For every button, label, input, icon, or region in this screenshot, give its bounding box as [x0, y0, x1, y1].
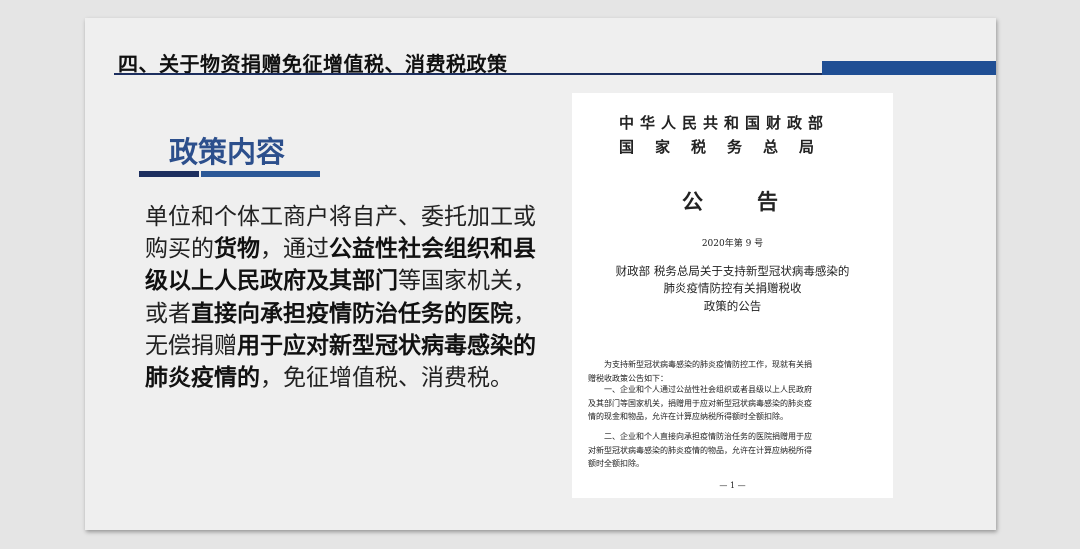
- heading-bar-dark: [139, 171, 199, 177]
- body-text-segment: ，免征增值税、消费税。: [260, 365, 513, 392]
- doc-title-line: 财政部 税务总局关于支持新型冠状病毒感染的: [615, 264, 850, 278]
- doc-issuer-line2: 国家税务总局: [619, 138, 836, 156]
- doc-title-line: 肺炎疫情防控有关捐赠税收: [663, 281, 802, 295]
- body-text-segment: ，通过: [260, 236, 329, 263]
- doc-line: 二、企业和个人直接向承担疫情防治任务的医院捐赠用于应: [604, 432, 812, 441]
- doc-page-number: — 1 —: [719, 481, 746, 490]
- doc-line: 情的现金和物品，允许在计算应纳税所得额时全额扣除。: [588, 412, 788, 422]
- announcement-document-image: 中华人民共和国财政部 国家税务总局 公告 2020年第 9 号 财政部 税务总局…: [572, 93, 893, 498]
- body-text-emphasis: 货物: [214, 236, 260, 263]
- title-accent-block: [822, 61, 996, 75]
- doc-issuer-line1: 中华人民共和国财政部: [619, 114, 830, 132]
- doc-line: 对新型冠状病毒感染的肺炎疫情的物品，允许在计算应纳税所得: [588, 445, 812, 455]
- doc-line: 一、企业和个人通过公益性社会组织或者县级以上人民政府: [604, 385, 812, 394]
- policy-body-text: 单位和个体工商户将自产、委托加工或购买的货物，通过公益性社会组织和县级以上人民政…: [145, 201, 540, 394]
- heading-bar-blue: [201, 171, 320, 177]
- doc-line: 额时全额扣除。: [588, 459, 644, 469]
- body-text-emphasis: 直接向承担疫情防治任务的医院: [191, 300, 513, 327]
- doc-paragraph: 为支持新型冠状病毒感染的肺炎疫情防控工作，现就有关捐 赠税收政策公告如下：: [588, 358, 880, 385]
- slide: 四、关于物资捐赠免征增值税、消费税政策 政策内容 单位和个体工商户将自产、委托加…: [85, 18, 996, 530]
- doc-paragraph: 一、企业和个人通过公益性社会组织或者县级以上人民政府 及其部门等国家机关，捐赠用…: [588, 383, 880, 424]
- doc-paragraph: 二、企业和个人直接向承担疫情防治任务的医院捐赠用于应 对新型冠状病毒感染的肺炎疫…: [588, 430, 880, 471]
- doc-line: 及其部门等国家机关，捐赠用于应对新型冠状病毒感染的肺炎疫: [588, 398, 812, 408]
- section-heading: 政策内容: [169, 135, 286, 169]
- doc-number: 2020年第 9 号: [701, 239, 764, 249]
- doc-notice-heading: 公告: [682, 189, 832, 214]
- doc-title-line: 政策的公告: [703, 299, 762, 313]
- doc-line: 为支持新型冠状病毒感染的肺炎疫情防控工作，现就有关捐: [604, 360, 812, 369]
